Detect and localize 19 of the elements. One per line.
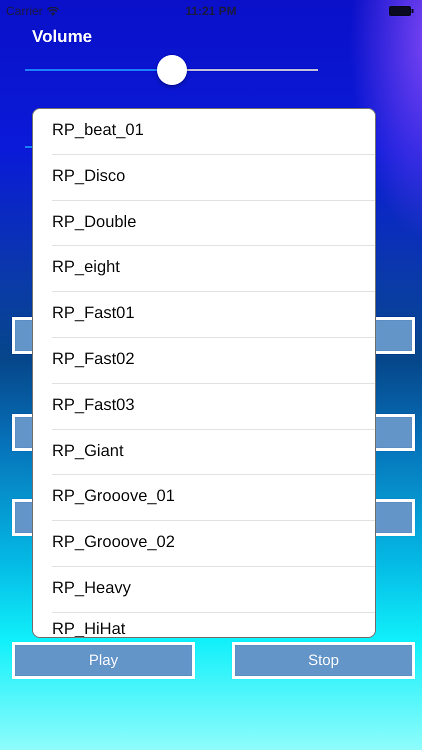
list-item[interactable]: RP_eight xyxy=(52,246,375,292)
volume-label: Volume xyxy=(32,27,92,47)
list-item[interactable]: RP_beat_01 xyxy=(52,109,375,155)
list-item[interactable]: RP_HiHat xyxy=(52,612,375,637)
list-item[interactable]: RP_Fast03 xyxy=(52,384,375,430)
slider-thumb[interactable] xyxy=(156,55,186,85)
list-item[interactable]: RP_Heavy xyxy=(52,566,375,613)
list-item[interactable]: RP_Disco xyxy=(52,154,375,201)
volume-slider[interactable] xyxy=(25,55,318,85)
battery-icon xyxy=(389,6,414,16)
list-item[interactable]: RP_Giant xyxy=(52,430,375,476)
list-item[interactable]: RP_Fast01 xyxy=(52,292,375,338)
list-item[interactable]: RP_Grooove_01 xyxy=(52,475,375,522)
list-item[interactable]: RP_Double xyxy=(52,200,375,246)
status-time: 11:21 PM xyxy=(185,4,237,18)
carrier-label: Carrier xyxy=(6,4,43,18)
wifi-icon xyxy=(46,6,59,16)
list-item[interactable]: RP_Fast02 xyxy=(52,338,375,384)
list-item[interactable]: RP_Grooove_02 xyxy=(52,521,375,567)
